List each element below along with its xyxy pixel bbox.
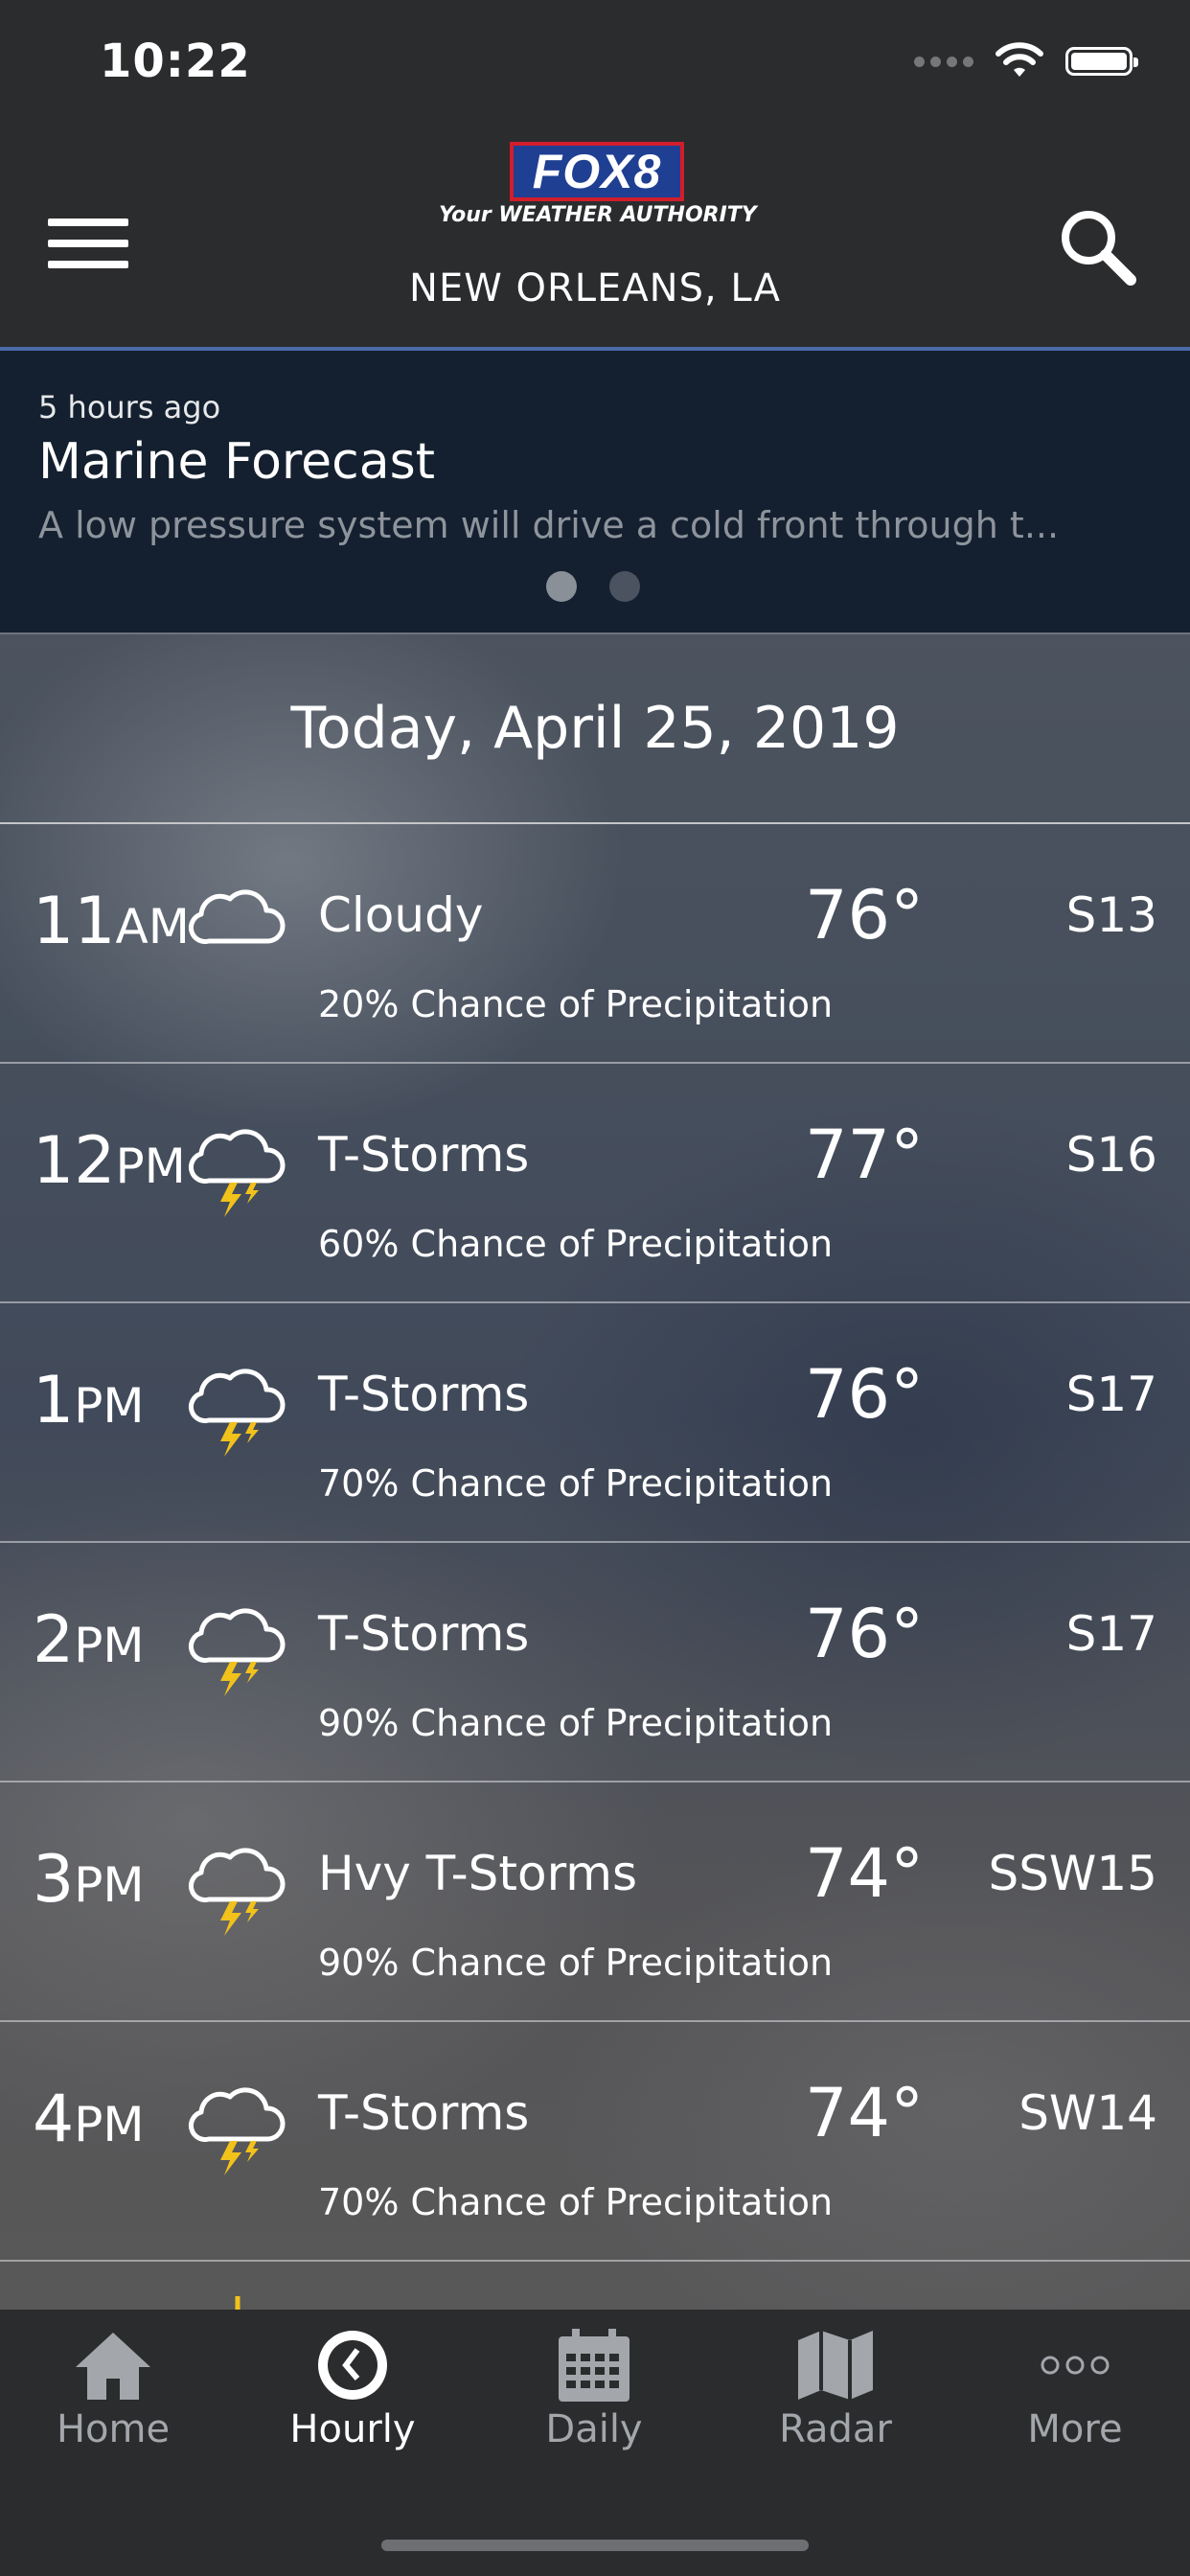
tab-more[interactable]: More bbox=[970, 2327, 1180, 2480]
page-indicator[interactable] bbox=[546, 571, 640, 602]
status-icons bbox=[914, 42, 1138, 80]
status-time: 10:22 bbox=[100, 34, 251, 88]
precipitation-chance: 90% Chance of Precipitation bbox=[318, 1942, 834, 1984]
condition-label: Hvy T-Storms bbox=[318, 1846, 638, 1901]
temperature-value: 77° bbox=[805, 1116, 925, 1194]
clock-icon bbox=[318, 2331, 387, 2400]
thunderstorm-icon bbox=[188, 1608, 286, 1696]
hour-label: 1PM bbox=[33, 1363, 145, 1438]
precipitation-chance: 90% Chance of Precipitation bbox=[318, 1702, 834, 1744]
hourly-forecast-screen: 10:22 FOX8 Your WEATHER AUTHORITY NEW OR… bbox=[0, 0, 1190, 2576]
temperature-value: 74° bbox=[805, 1834, 925, 1913]
temperature-value: 76° bbox=[805, 1595, 925, 1673]
precipitation-chance: 70% Chance of Precipitation bbox=[318, 1462, 834, 1505]
wind-value: S17 bbox=[1065, 1367, 1157, 1422]
location-label[interactable]: NEW ORLEANS, LA bbox=[0, 266, 1190, 310]
search-icon[interactable] bbox=[1054, 203, 1140, 289]
calendar-icon bbox=[559, 2329, 629, 2402]
news-title: Marine Forecast bbox=[38, 433, 436, 491]
cloud-icon bbox=[188, 889, 286, 945]
tab-label: Radar bbox=[779, 2407, 892, 2451]
hourly-row[interactable]: 2PM T-Storms 76° S17 90% Chance of Precipita… bbox=[0, 1543, 1190, 1782]
precipitation-chance: 70% Chance of Precipitation bbox=[318, 2181, 834, 2223]
top-bar: 10:22 FOX8 Your WEATHER AUTHORITY NEW OR… bbox=[0, 0, 1190, 351]
condition-label: Cloudy bbox=[318, 887, 484, 943]
thunderstorm-icon bbox=[188, 2087, 286, 2175]
precipitation-chance: 60% Chance of Precipitation bbox=[318, 1223, 834, 1265]
news-time: 5 hours ago bbox=[38, 389, 221, 426]
home-indicator[interactable] bbox=[381, 2540, 809, 2551]
hourly-row[interactable]: 3PM Hvy T-Storms 74° SSW15 90% Chance of Pre… bbox=[0, 1782, 1190, 2022]
date-header: Today, April 25, 2019 bbox=[0, 634, 1190, 824]
news-summary: A low pressure system will drive a cold … bbox=[38, 504, 1060, 546]
hourly-row[interactable]: 11AM Cloudy 76° S13 20% Chance of Precipitat… bbox=[0, 824, 1190, 1064]
fox8-logo: FOX8 Your WEATHER AUTHORITY bbox=[439, 142, 757, 238]
tab-hourly[interactable]: Hourly bbox=[247, 2327, 458, 2480]
tab-label: More bbox=[1027, 2407, 1123, 2451]
wind-value: S17 bbox=[1065, 1606, 1157, 1662]
wifi-icon bbox=[995, 42, 1043, 77]
wind-value: SSW15 bbox=[988, 1846, 1157, 1901]
hourly-list: 11AM Cloudy 76° S13 20% Chance of Precipitat… bbox=[0, 824, 1190, 2262]
hour-label: 11AM bbox=[33, 884, 190, 959]
hour-label: 4PM bbox=[33, 2082, 145, 2157]
wind-value: S13 bbox=[1065, 887, 1157, 943]
precipitation-chance: 20% Chance of Precipitation bbox=[318, 983, 834, 1025]
tab-home[interactable]: Home bbox=[8, 2327, 218, 2480]
hourly-row[interactable]: 1PM T-Storms 76° S17 70% Chance of Precipita… bbox=[0, 1303, 1190, 1543]
hour-label: 3PM bbox=[33, 1842, 145, 1918]
map-icon bbox=[798, 2331, 873, 2400]
home-icon bbox=[76, 2333, 150, 2400]
hourly-row[interactable]: 4PM T-Storms 74° SW14 70% Chance of Precipit… bbox=[0, 2022, 1190, 2262]
tab-bar: Home Hourly Daily Radar More bbox=[0, 2310, 1190, 2576]
news-banner[interactable]: 5 hours ago Marine Forecast A low pressu… bbox=[0, 351, 1190, 634]
page-dot-1[interactable] bbox=[546, 571, 577, 602]
cellular-signal-icon bbox=[914, 56, 973, 67]
tab-label: Daily bbox=[545, 2407, 643, 2451]
page-dot-2[interactable] bbox=[609, 571, 640, 602]
hourly-row[interactable]: 12PM T-Storms 77° S16 60% Chance of Precipit… bbox=[0, 1064, 1190, 1303]
wind-value: SW14 bbox=[1018, 2085, 1157, 2141]
condition-label: T-Storms bbox=[318, 2085, 530, 2141]
thunderstorm-icon bbox=[188, 1368, 286, 1457]
tab-daily[interactable]: Daily bbox=[489, 2327, 699, 2480]
tab-label: Home bbox=[56, 2407, 171, 2451]
menu-button[interactable] bbox=[48, 218, 128, 270]
battery-icon bbox=[1065, 47, 1138, 76]
wind-value: S16 bbox=[1065, 1127, 1157, 1183]
temperature-value: 74° bbox=[805, 2074, 925, 2152]
tab-radar[interactable]: Radar bbox=[730, 2327, 941, 2480]
thunderstorm-icon bbox=[188, 1129, 286, 1217]
condition-label: T-Storms bbox=[318, 1367, 530, 1422]
temperature-value: 76° bbox=[805, 1355, 925, 1434]
thunderstorm-icon bbox=[188, 1848, 286, 1936]
hour-label: 2PM bbox=[33, 1602, 145, 1678]
tab-label: Hourly bbox=[289, 2407, 416, 2451]
temperature-value: 76° bbox=[805, 876, 925, 954]
condition-label: T-Storms bbox=[318, 1127, 530, 1183]
more-icon bbox=[1041, 2356, 1110, 2375]
condition-label: T-Storms bbox=[318, 1606, 530, 1662]
hour-label: 12PM bbox=[33, 1123, 186, 1199]
